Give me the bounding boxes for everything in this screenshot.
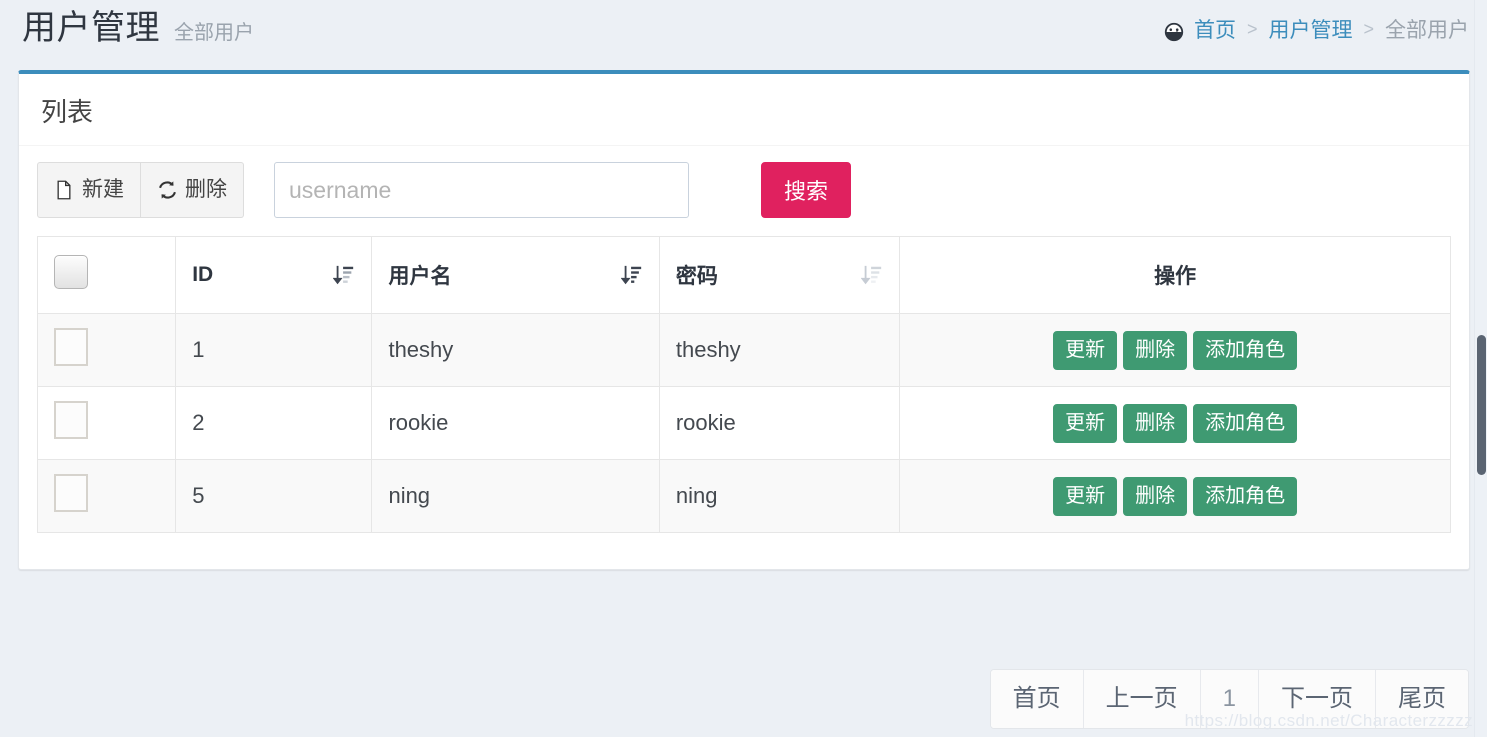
add-role-button[interactable]: 添加角色 (1193, 476, 1298, 516)
row-checkbox[interactable] (54, 328, 88, 366)
breadcrumb: 首页 > 用户管理 > 全部用户 (1163, 14, 1469, 44)
sort-amount-desc-icon (620, 263, 643, 287)
pagination: 首页 上一页 1 下一页 尾页 (989, 669, 1469, 729)
delete-row-button[interactable]: 删除 (1123, 330, 1188, 370)
column-header-password-label: 密码 (675, 265, 718, 288)
column-header-id[interactable]: ID (175, 236, 373, 314)
cell-username: ning (371, 459, 660, 533)
cell-password: theshy (658, 313, 901, 387)
update-button[interactable]: 更新 (1053, 403, 1118, 443)
search-input[interactable] (274, 162, 689, 218)
card-title: 列表 (41, 97, 94, 127)
breadcrumb-item-all-users: 全部用户 (1385, 19, 1469, 42)
cell-operations: 更新 删除 添加角色 (899, 313, 1451, 387)
file-icon (54, 179, 74, 201)
cell-password: rookie (658, 386, 901, 460)
card-body: 新建 删除 搜索 (19, 146, 1469, 553)
cell-id: 2 (175, 386, 373, 460)
users-table: ID 用户名 密码 操作 1 theshy theshy 更新 删除 添加角色 … (36, 236, 1451, 533)
table-head: ID 用户名 密码 操作 (36, 236, 1451, 314)
cell-username: theshy (371, 313, 660, 387)
delete-row-button[interactable]: 删除 (1123, 403, 1188, 443)
table-row: 1 theshy theshy 更新 删除 添加角色 (36, 313, 1451, 387)
update-button[interactable]: 更新 (1053, 476, 1118, 516)
table-header-row: ID 用户名 密码 操作 (36, 236, 1451, 314)
breadcrumb-item-home[interactable]: 首页 (1194, 14, 1236, 44)
row-checkbox[interactable] (54, 401, 88, 439)
cell-password: ning (658, 459, 901, 533)
select-all-checkbox[interactable] (54, 255, 88, 289)
toolbar: 新建 删除 搜索 (37, 162, 1451, 218)
new-button-label: 新建 (82, 178, 124, 202)
breadcrumb-separator: > (1246, 18, 1258, 39)
pagination-next[interactable]: 下一页 (1259, 670, 1376, 728)
breadcrumb-separator: > (1363, 18, 1374, 39)
pagination-prev[interactable]: 上一页 (1083, 670, 1201, 728)
delete-button[interactable]: 删除 (141, 162, 244, 218)
column-header-select-all (36, 236, 177, 314)
page-subtitle: 全部用户 (174, 22, 254, 44)
sort-amount-down-icon (860, 263, 883, 287)
delete-row-button[interactable]: 删除 (1123, 476, 1188, 516)
table-row: 5 ning ning 更新 删除 添加角色 (36, 459, 1451, 533)
list-card: 列表 新建 删除 username 搜索 ID 用户名 密码 操作 1 thes… (18, 70, 1470, 570)
column-header-id-label: ID (192, 263, 214, 286)
card-header: 列表 (19, 74, 1469, 146)
column-header-username-label: 用户名 (388, 265, 452, 288)
new-button[interactable]: 新建 (37, 162, 141, 218)
pagination-last[interactable]: 尾页 (1376, 670, 1468, 728)
breadcrumb-item-user-management[interactable]: 用户管理 (1268, 14, 1352, 44)
content-header: 用户管理 全部用户 首页 > 用户管理 > 全部用户 (0, 0, 1487, 70)
column-header-operation: 操作 (899, 236, 1451, 314)
update-button[interactable]: 更新 (1053, 330, 1118, 370)
column-header-password[interactable]: 密码 (658, 236, 901, 314)
row-select-cell (36, 313, 177, 387)
search-button[interactable]: 搜索 (761, 162, 852, 218)
add-role-button[interactable]: 添加角色 (1193, 330, 1298, 370)
cell-operations: 更新 删除 添加角色 (899, 386, 1451, 460)
column-header-operation-label: 操作 (1154, 265, 1197, 288)
row-select-cell (36, 459, 177, 533)
sort-amount-down-icon (333, 263, 355, 287)
refresh-icon (157, 179, 177, 201)
vertical-scrollbar-thumb[interactable] (1477, 335, 1486, 475)
cell-operations: 更新 删除 添加角色 (899, 459, 1451, 533)
pagination-current-page: 1 (1200, 670, 1259, 728)
row-checkbox[interactable] (54, 474, 88, 512)
cell-username: rookie (371, 386, 660, 460)
table-body: 1 theshy theshy 更新 删除 添加角色 2 rookie rook… (36, 313, 1451, 533)
column-header-username[interactable]: 用户名 (371, 236, 660, 314)
add-role-button[interactable]: 添加角色 (1193, 403, 1298, 443)
page-title: 用户管理 (22, 9, 160, 47)
vertical-scrollbar-track[interactable] (1474, 0, 1487, 737)
cell-id: 5 (175, 459, 373, 533)
row-select-cell (36, 386, 177, 460)
delete-button-label: 删除 (185, 178, 227, 202)
toolbar-button-group: 新建 删除 (37, 162, 244, 218)
dashboard-icon (1163, 21, 1185, 43)
cell-id: 1 (175, 313, 373, 387)
table-row: 2 rookie rookie 更新 删除 添加角色 (36, 386, 1451, 460)
pagination-first[interactable]: 首页 (990, 670, 1084, 728)
